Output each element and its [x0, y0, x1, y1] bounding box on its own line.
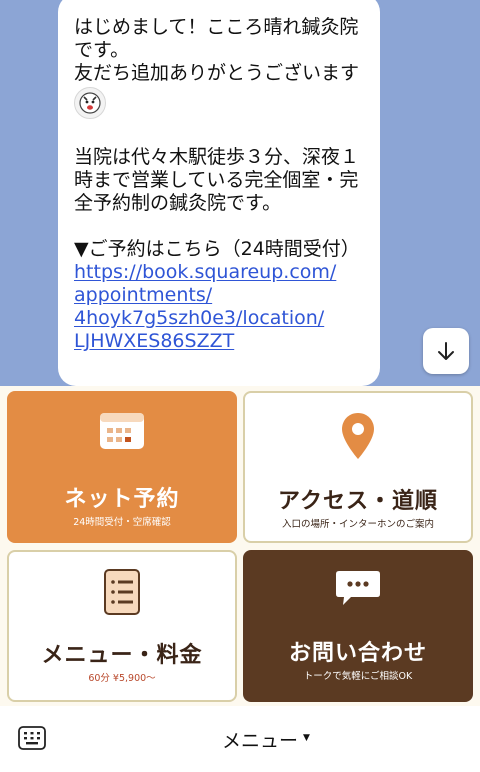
booking-link[interactable]: https://book.squareup.com/ — [74, 261, 336, 283]
tile-title: ネット予約 — [64, 487, 180, 512]
message-line: はじめまして！こころ晴れ鍼灸院 — [74, 16, 359, 38]
contact-tile[interactable]: お問い合わせ トークで気軽にご相談OK — [243, 550, 473, 702]
booking-link[interactable]: LJHWXES86SZZT — [74, 330, 234, 352]
rich-menu: ネット予約 24時間受付・空席確認 アクセス・道順 入口の場所・インターホンのご… — [0, 386, 480, 706]
booking-link[interactable]: appointments/ — [74, 284, 212, 306]
tile-subtitle: 入口の場所・インターホンのご案内 — [281, 519, 434, 530]
tile-subtitle: トークで気軽にご相談OK — [303, 671, 413, 682]
tile-title: お問い合わせ — [288, 641, 427, 666]
booking-link[interactable]: 4hoyk7g5szh0e3/location/ — [74, 307, 324, 329]
message-line: 友だち追加ありがとうございます — [74, 62, 360, 84]
message-bubble: はじめまして！こころ晴れ鍼灸院 です。 友だち追加ありがとうございます 当院は代… — [58, 0, 380, 386]
tile-subtitle: 24時間受付・空席確認 — [73, 517, 171, 528]
tile-title: メニュー・料金 — [41, 643, 203, 668]
arrow-down-icon — [438, 342, 454, 360]
chevron-down-icon[interactable]: ▼ — [303, 733, 310, 743]
menu-toggle-button[interactable]: メニュー — [222, 726, 298, 753]
bottom-bar: メニュー ▼ — [0, 706, 480, 772]
net-reservation-tile[interactable]: ネット予約 24時間受付・空席確認 — [7, 391, 237, 543]
scroll-down-button[interactable] — [423, 328, 469, 374]
message-line: です。 — [74, 39, 130, 61]
sticker-face-icon — [74, 87, 106, 119]
message-line: 時まで営業している完全個室・完 — [74, 169, 359, 191]
keyboard-icon[interactable] — [18, 726, 46, 750]
map-pin-icon — [342, 413, 374, 459]
message-line: 全予約制の鍼灸院です。 — [74, 192, 282, 214]
tile-subtitle: 60分 ¥5,900〜 — [88, 673, 156, 684]
menu-list-icon — [104, 569, 140, 615]
message-line: ▼ご予約はこちら（24時間受付） — [74, 238, 360, 260]
tile-title: アクセス・道順 — [278, 489, 438, 514]
menu-price-tile[interactable]: メニュー・料金 60分 ¥5,900〜 — [7, 550, 237, 702]
calendar-icon — [100, 413, 144, 449]
message-line: 当院は代々木駅徒歩３分、深夜１ — [74, 146, 360, 168]
access-tile[interactable]: アクセス・道順 入口の場所・インターホンのご案内 — [243, 391, 473, 543]
chat-bubble-icon — [336, 571, 380, 605]
chat-area: はじめまして！こころ晴れ鍼灸院 です。 友だち追加ありがとうございます 当院は代… — [0, 0, 480, 386]
